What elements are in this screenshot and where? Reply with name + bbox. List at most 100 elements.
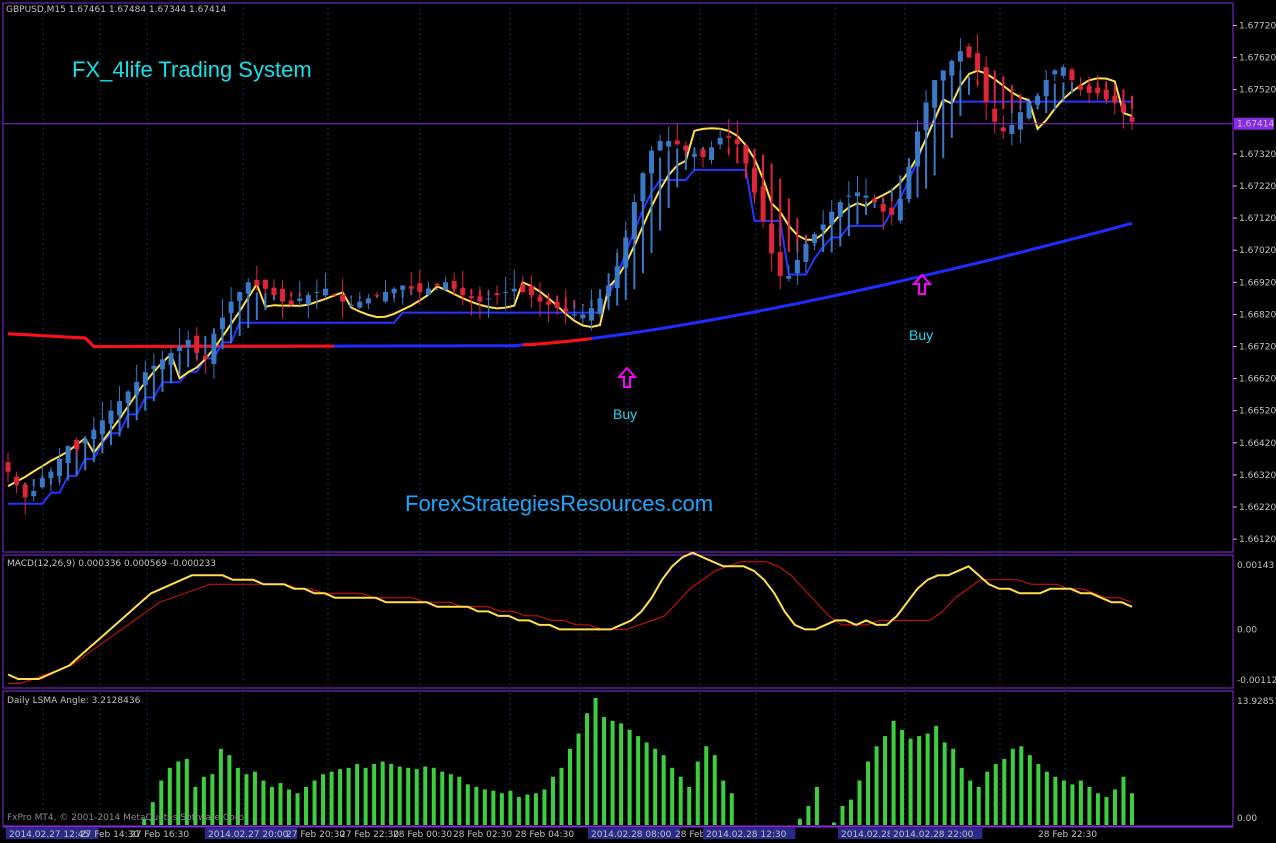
lsma-bar-105 (900, 729, 905, 825)
candle-body-115 (992, 108, 998, 122)
lsma-bar-66 (568, 748, 572, 825)
lsma-bar-109 (934, 725, 939, 825)
candle-body-103 (889, 207, 895, 215)
candle-body-90 (777, 251, 783, 276)
candle-body-46 (400, 285, 406, 290)
lsma-bar-46 (397, 766, 402, 825)
time-label-3: 2014.02.27 20:00 (208, 830, 289, 840)
candle-body-55 (477, 296, 483, 302)
candle-body-126 (1086, 85, 1092, 93)
lsma-bar-81 (695, 761, 700, 825)
lsma-bar-123 (1053, 776, 1058, 825)
candle-body-65 (563, 308, 569, 312)
lsma-bar-93 (797, 818, 802, 825)
buy-label-2: Buy (909, 327, 934, 343)
candle-body-86 (743, 145, 749, 164)
lsma-bar-84 (721, 780, 726, 825)
candle-body-43 (374, 294, 380, 296)
candle-body-129 (1112, 95, 1118, 103)
lsma-bar-118 (1010, 748, 1015, 825)
candle-body-50 (434, 283, 440, 286)
candle-body-15 (134, 381, 140, 395)
candle-body-130 (1120, 103, 1126, 113)
lsma-bar-82 (704, 746, 709, 825)
lsma-bar-102 (874, 746, 879, 825)
candle-body-121 (1043, 80, 1049, 97)
candle-body-68 (588, 308, 594, 321)
candle-body-79 (683, 145, 689, 151)
candle-body-20 (177, 346, 183, 352)
candle-body-64 (554, 301, 560, 308)
candle-body-49 (425, 288, 431, 295)
candle-body-122 (1052, 70, 1058, 75)
chart-canvas: 1.66120 1.66220 1.66320 1.66420 1.66520 1.666… (2, 2, 1276, 840)
site-watermark: ForexStrategiesResources.com (405, 491, 714, 516)
lsma-tick-label-1: 0.00 (1237, 814, 1257, 824)
candle-body-108 (932, 80, 938, 108)
footer-copyright: FxPro MT4, © 2001-2014 MetaQuotes Softwa… (7, 813, 247, 823)
yellow-band-line (7, 69, 1133, 488)
lsma-bar-54 (465, 784, 470, 825)
candle-body-72 (623, 237, 629, 268)
candle-body-120 (1035, 96, 1041, 105)
lsma-bar-131 (1121, 776, 1126, 825)
time-label-11: 2014.02.28 12:30 (706, 830, 787, 840)
candle-body-32 (280, 288, 286, 302)
candle-body-84 (726, 136, 732, 138)
candle-body-16 (142, 372, 148, 386)
lsma-bar-49 (423, 766, 428, 825)
candle-body-124 (1069, 69, 1075, 81)
lsma-bar-125 (1070, 784, 1075, 825)
lsma-bar-83 (712, 755, 717, 825)
lsma-bar-47 (406, 767, 411, 825)
lsma-bar-107 (917, 736, 922, 825)
macd-tick-label-0: 0.00143 (1237, 561, 1274, 571)
price-tick-label-10: 1.67120 (1239, 214, 1276, 224)
macd-tick-label-2: -0.00112 (1237, 676, 1276, 686)
lsma-bar-63 (542, 789, 547, 825)
candle-body-52 (451, 281, 457, 289)
lsma-bar-51 (440, 771, 445, 825)
lsma-bar-61 (525, 794, 530, 825)
lsma-bar-116 (993, 764, 998, 825)
candle-body-93 (803, 243, 809, 262)
lsma-bar-100 (857, 780, 862, 825)
lsma-bar-126 (1078, 780, 1083, 825)
lsma-bar-69 (593, 698, 598, 825)
candle-body-60 (520, 284, 526, 292)
candle-body-19 (168, 352, 174, 366)
time-label-4: 27 Feb 20:30 (286, 830, 345, 840)
candle-body-80 (691, 153, 697, 157)
lsma-bar-110 (942, 742, 947, 825)
lsma-bar-85 (729, 793, 734, 825)
lsma-bar-97 (831, 822, 836, 825)
price-tick-label-1: 1.66220 (1239, 503, 1276, 513)
lsma-bar-80 (687, 786, 692, 825)
candle-body-85 (734, 139, 740, 145)
candle-body-95 (820, 224, 826, 230)
candle-body-26 (228, 301, 234, 314)
candle-body-37 (322, 288, 328, 296)
candle-body-82 (709, 147, 715, 160)
candle-body-8 (74, 440, 80, 450)
candle-body-51 (443, 282, 449, 290)
price-tick-label-9: 1.67020 (1239, 246, 1276, 256)
macd-tick-label-1: 0.00 (1237, 625, 1257, 635)
candle-body-63 (546, 301, 552, 305)
candle-body-101 (872, 198, 878, 203)
current-price-label: 1.67414 (1237, 120, 1274, 130)
candle-body-78 (674, 140, 680, 145)
candle-body-109 (940, 70, 946, 81)
candle-body-22 (194, 335, 200, 353)
candle-body-12 (108, 410, 114, 424)
candle-body-13 (117, 401, 123, 416)
time-label-6: 28 Feb 00:30 (393, 830, 452, 840)
lsma-bar-74 (636, 736, 641, 825)
candle-body-31 (271, 287, 277, 296)
candle-body-23 (202, 355, 208, 360)
lsma-bar-108 (925, 733, 930, 825)
price-tick-label-5: 1.66620 (1239, 375, 1276, 385)
lsma-info: Daily LSMA Angle: 3.2128436 (7, 696, 141, 706)
candle-body-110 (949, 60, 955, 76)
lsma-bar-48 (414, 769, 419, 825)
